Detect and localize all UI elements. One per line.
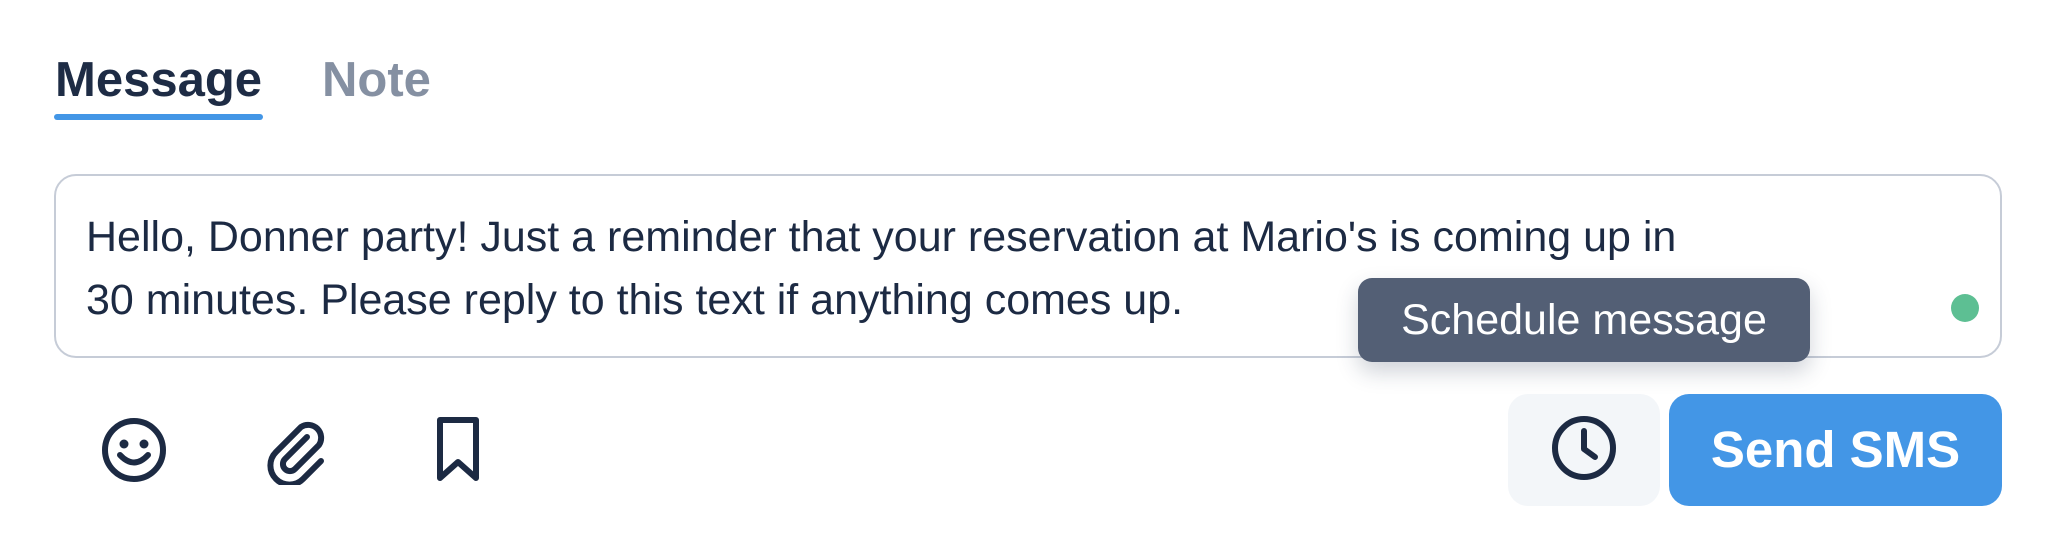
composer-tabs: Message Note [54, 48, 432, 128]
paperclip-icon [261, 415, 331, 485]
tab-note[interactable]: Note [321, 48, 432, 120]
bookmark-button[interactable] [416, 408, 500, 492]
tab-message[interactable]: Message [54, 48, 264, 120]
schedule-tooltip: Schedule message [1358, 278, 1810, 362]
bookmark-icon [430, 414, 486, 486]
clock-icon [1549, 413, 1619, 488]
smiley-icon [99, 415, 169, 485]
send-sms-button[interactable]: Send SMS [1669, 394, 2002, 506]
emoji-button[interactable] [92, 408, 176, 492]
attach-button[interactable] [254, 408, 338, 492]
schedule-button[interactable] [1508, 394, 1660, 506]
status-indicator [1951, 294, 1979, 322]
